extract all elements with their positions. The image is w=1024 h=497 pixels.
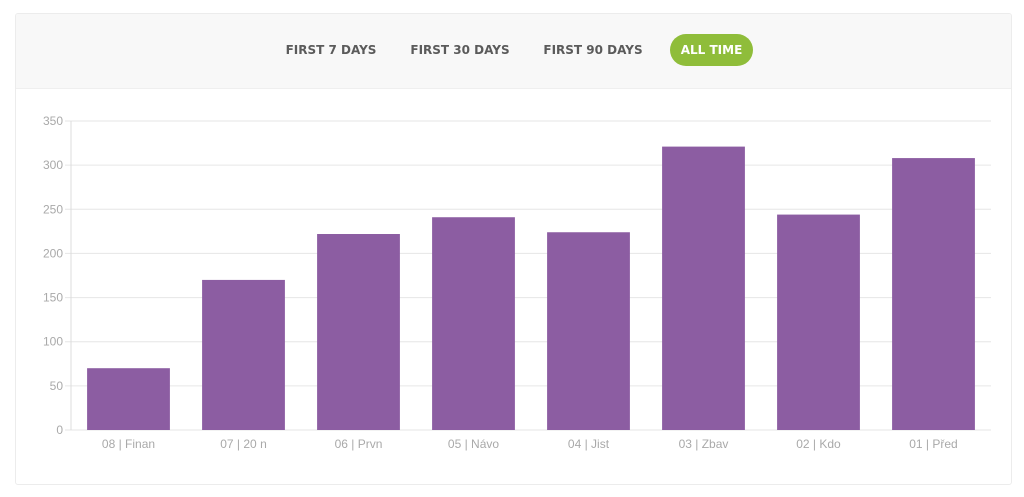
y-tick-label: 300	[43, 158, 63, 172]
bar-chart: 0 50 100 150 200 250 300 350 08 | Finan 07 | 20 n…	[43, 114, 991, 451]
bar	[777, 214, 860, 430]
bar	[432, 217, 515, 430]
y-tick-label: 250	[43, 202, 63, 216]
bar	[317, 234, 400, 430]
chart-card: FIRST 7 DAYS FIRST 30 DAYS FIRST 90 DAYS…	[15, 13, 1012, 485]
y-tick-label: 50	[50, 379, 64, 393]
bar	[892, 158, 975, 430]
x-tick-label: 05 | Návo	[448, 437, 499, 451]
bar	[202, 279, 285, 430]
y-tick-label: 0	[56, 423, 63, 437]
x-tick-label: 01 | Před	[909, 437, 957, 451]
x-tick-label: 04 | Jist	[568, 437, 610, 451]
y-tick-label: 200	[43, 246, 63, 260]
y-tick-label: 150	[43, 291, 63, 305]
x-tick-label: 06 | Prvn	[335, 437, 383, 451]
bar	[87, 368, 170, 430]
bar	[662, 146, 745, 431]
x-tick-label: 02 | Kdo	[796, 437, 841, 451]
bar	[547, 232, 630, 430]
x-tick-label: 07 | 20 n	[220, 437, 267, 451]
x-tick-label: 03 | Zbav	[679, 437, 729, 451]
y-tick-label: 100	[43, 335, 63, 349]
y-tick-label: 350	[43, 114, 63, 128]
x-tick-label: 08 | Finan	[102, 437, 155, 451]
